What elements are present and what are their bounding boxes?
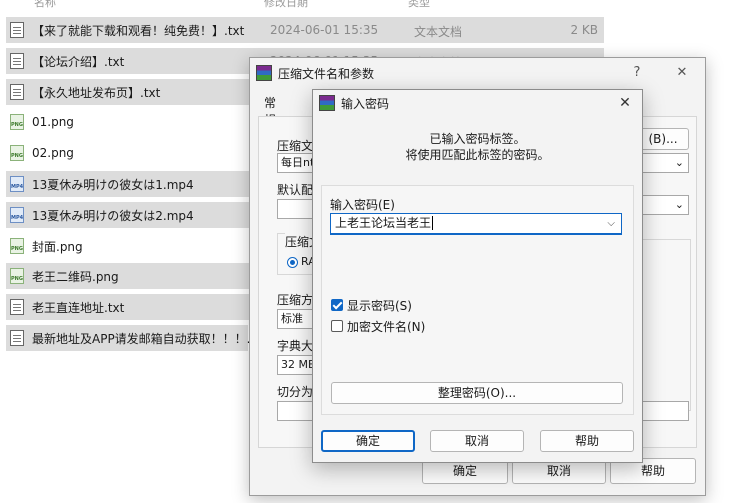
encrypt-filenames-checkbox[interactable] bbox=[331, 320, 343, 332]
dictionary-label: 字典大 bbox=[277, 339, 314, 353]
options-group bbox=[639, 239, 691, 411]
png-file-icon bbox=[10, 238, 24, 254]
text-cursor bbox=[432, 216, 437, 230]
txt-file-icon bbox=[10, 22, 24, 38]
cancel-button[interactable]: 取消 bbox=[430, 430, 524, 452]
winrar-icon bbox=[256, 65, 272, 81]
txt-file-icon bbox=[10, 299, 24, 315]
browse-button[interactable]: (B)... bbox=[637, 128, 689, 150]
column-header: 名称 修改日期 类型 bbox=[0, 0, 730, 8]
file-name: 【来了就能下载和观看！纯免费！】.txt bbox=[32, 23, 245, 38]
default-profile-label: 默认配 bbox=[277, 183, 314, 197]
png-file-icon bbox=[10, 268, 24, 284]
png-file-icon bbox=[10, 145, 24, 161]
mp4-file-icon bbox=[10, 207, 24, 223]
ok-button[interactable]: 确定 bbox=[321, 430, 415, 452]
password-dialog-titlebar[interactable]: 输入密码 bbox=[313, 90, 642, 116]
column-date-header[interactable]: 修改日期 bbox=[264, 0, 308, 8]
close-icon[interactable]: ✕ bbox=[670, 62, 694, 84]
file-name: 01.png bbox=[32, 115, 74, 129]
show-password-checkbox[interactable] bbox=[331, 299, 343, 311]
password-dialog-title: 输入密码 bbox=[341, 96, 390, 111]
profiles-button[interactable] bbox=[277, 199, 317, 219]
file-row[interactable]: 最新地址及APP请发邮箱自动获取！！！. bbox=[6, 325, 251, 351]
update-mode-select[interactable]: ⌄ bbox=[637, 153, 689, 173]
password-input[interactable]: 上老王论坛当老王 ⌵ bbox=[330, 213, 622, 235]
chevron-down-icon[interactable]: ⌵ bbox=[607, 214, 615, 233]
encrypt-filenames-label[interactable]: 加密文件名(N) bbox=[347, 318, 425, 335]
file-date: 2024-06-01 15:35 bbox=[270, 23, 379, 37]
file-name: 13夏休み明けの彼女は2.mp4 bbox=[32, 208, 194, 223]
file-name: 【论坛介绍】.txt bbox=[32, 54, 125, 69]
column-name-header[interactable]: 名称 bbox=[34, 0, 56, 8]
password-label: 输入密码(E) bbox=[330, 198, 395, 212]
split-label: 切分为 bbox=[277, 385, 314, 399]
help-icon[interactable]: ? bbox=[625, 62, 649, 84]
file-name: 13夏休み明けの彼女は1.mp4 bbox=[32, 177, 194, 192]
split-select[interactable] bbox=[277, 401, 317, 421]
txt-file-icon bbox=[10, 330, 24, 346]
close-icon[interactable]: ✕ bbox=[614, 92, 636, 114]
file-type: 文本文档 bbox=[414, 25, 463, 39]
file-name: 【永久地址发布页】.txt bbox=[32, 85, 161, 100]
file-name: 老王直连地址.txt bbox=[32, 300, 125, 315]
file-size: 2 KB bbox=[570, 23, 598, 37]
help-button[interactable]: 帮助 bbox=[540, 430, 634, 452]
png-file-icon bbox=[10, 114, 24, 130]
rar-radio[interactable] bbox=[287, 257, 298, 268]
winrar-icon bbox=[319, 95, 335, 111]
column-type-header[interactable]: 类型 bbox=[408, 0, 430, 8]
options-field[interactable] bbox=[639, 401, 689, 421]
password-value: 上老王论坛当老王 bbox=[335, 216, 432, 230]
update-method-select[interactable]: ⌄ bbox=[637, 195, 689, 215]
method-label: 压缩方 bbox=[277, 293, 314, 307]
message-line-2: 将使用匹配此标签的密码。 bbox=[405, 148, 550, 162]
file-row[interactable]: 【来了就能下载和观看！纯免费！】.txt 2024-06-01 15:35 文本文档… bbox=[6, 17, 604, 43]
mp4-file-icon bbox=[10, 176, 24, 192]
dictionary-select[interactable]: 32 MB bbox=[277, 355, 317, 375]
txt-file-icon bbox=[10, 84, 24, 100]
message-line-1: 已输入密码标签。 bbox=[429, 132, 526, 146]
file-name: 最新地址及APP请发邮箱自动获取！！！. bbox=[32, 331, 251, 346]
show-password-label[interactable]: 显示密码(S) bbox=[347, 297, 412, 314]
organize-passwords-button[interactable]: 整理密码(O)... bbox=[331, 382, 623, 404]
archive-name-label: 压缩文 bbox=[277, 139, 314, 153]
file-name: 老王二维码.png bbox=[32, 269, 119, 284]
password-dialog: 输入密码 ✕ 已输入密码标签。 将使用匹配此标签的密码。 输入密码(E) 上老王… bbox=[312, 89, 643, 463]
method-select[interactable]: 标准 bbox=[277, 309, 317, 329]
file-name: 封面.png bbox=[32, 239, 83, 254]
archive-dialog-title: 压缩文件名和参数 bbox=[278, 66, 375, 81]
txt-file-icon bbox=[10, 53, 24, 69]
file-name: 02.png bbox=[32, 146, 74, 160]
